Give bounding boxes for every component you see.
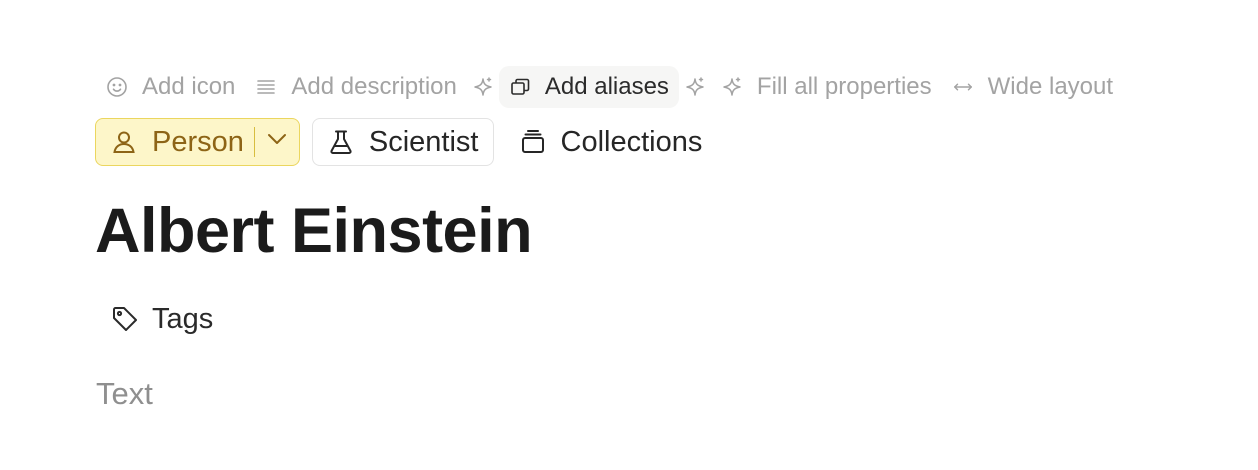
smiley-icon	[106, 76, 128, 98]
windows-icon	[509, 76, 531, 98]
person-type-label: Person	[152, 125, 244, 158]
page-header-toolbar: Add icon Add description Add aliases Fil…	[96, 66, 1123, 108]
fill-all-properties-button[interactable]: Fill all properties	[711, 66, 942, 108]
tags-label: Tags	[152, 302, 214, 335]
sparkle-icon[interactable]	[471, 66, 495, 108]
add-description-button[interactable]: Add description	[245, 66, 466, 108]
scientist-type-label: Scientist	[368, 125, 479, 158]
fill-all-properties-label: Fill all properties	[756, 73, 932, 100]
horizontal-arrows-icon	[952, 76, 974, 98]
person-type-button[interactable]: Person	[96, 119, 254, 165]
add-icon-label: Add icon	[142, 73, 236, 100]
tags-property[interactable]: Tags	[96, 296, 227, 342]
add-icon-button[interactable]: Add icon	[96, 66, 245, 108]
sparkle-icon	[721, 76, 743, 98]
stack-icon	[519, 128, 547, 156]
wide-layout-label: Wide layout	[987, 73, 1114, 100]
collections-label: Collections	[560, 125, 703, 158]
type-chip-scientist[interactable]: Scientist	[311, 118, 494, 166]
page-title[interactable]: Albert Einstein	[95, 192, 533, 270]
user-icon	[110, 128, 138, 156]
flask-icon	[327, 128, 355, 156]
lines-icon	[255, 76, 277, 98]
collections-button[interactable]: Collections	[506, 118, 716, 166]
chevron-down-icon	[265, 126, 289, 159]
add-description-label: Add description	[291, 73, 457, 100]
sparkle-icon[interactable]	[683, 66, 707, 108]
type-chip-person: Person	[95, 118, 300, 166]
add-aliases-button[interactable]: Add aliases	[498, 66, 679, 108]
type-dropdown-button[interactable]	[255, 119, 299, 165]
body-text-placeholder[interactable]: Text	[96, 374, 153, 414]
tag-icon	[110, 304, 140, 334]
wide-layout-button[interactable]: Wide layout	[942, 66, 1123, 108]
add-aliases-label: Add aliases	[544, 73, 669, 100]
type-chips-row: Person Scientist Collections	[95, 118, 715, 166]
